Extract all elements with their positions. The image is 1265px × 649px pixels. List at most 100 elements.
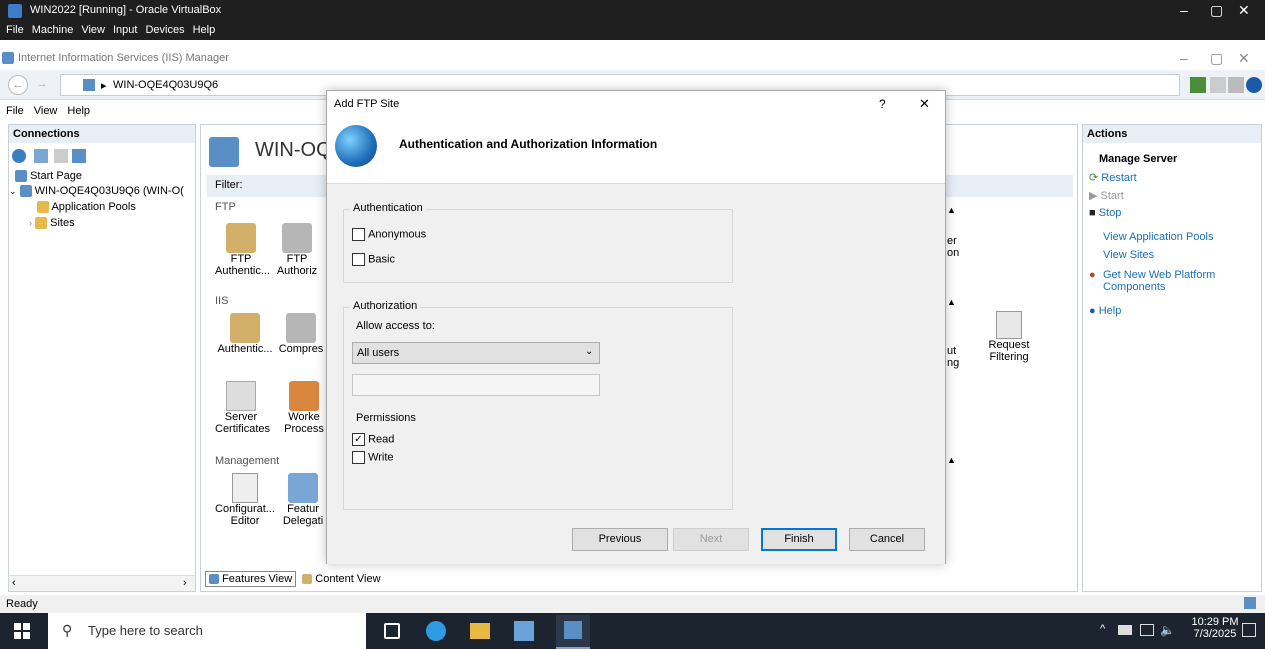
clock[interactable]: 10:29 PM 7/3/2025 xyxy=(1190,616,1240,640)
vbox-minimize-button[interactable]: – xyxy=(1180,2,1188,18)
write-checkbox[interactable] xyxy=(352,451,365,464)
cancel-button[interactable]: Cancel xyxy=(849,528,925,551)
tree-application-pools[interactable]: Application Pools xyxy=(37,201,136,214)
server-certificates-feature[interactable]: Server Certificates xyxy=(215,381,270,435)
tree-start-page[interactable]: Start Page xyxy=(15,170,82,183)
users-text-field[interactable] xyxy=(352,374,600,396)
up-icon[interactable] xyxy=(54,149,68,163)
taskbar-search-input[interactable]: ⚲ Type here to search xyxy=(48,613,366,649)
ftp-authentication-feature[interactable]: FTP Authentic... xyxy=(215,223,270,277)
edge-icon[interactable] xyxy=(426,621,446,641)
home-icon[interactable] xyxy=(1228,77,1244,93)
permissions-label: Permissions xyxy=(356,412,416,424)
vbox-menu-machine[interactable]: Machine xyxy=(32,24,74,36)
allow-access-value: All users xyxy=(357,347,400,359)
iis-titlebar: Internet Information Services (IIS) Mana… xyxy=(0,48,1265,70)
dialog-close-button[interactable]: ✕ xyxy=(919,96,930,112)
breadcrumb-server[interactable]: WIN-OQE4Q03U9Q6 xyxy=(113,79,218,91)
network-icon[interactable] xyxy=(1140,624,1154,636)
allow-access-select[interactable]: All users ⌄ xyxy=(352,342,600,364)
ftp-authorization-feature[interactable]: FTP Authoriz xyxy=(271,223,323,277)
web-platform-action[interactable]: ● Get New Web Platform Components xyxy=(1089,269,1259,293)
forward-arrow-icon[interactable]: → xyxy=(32,75,52,95)
start-icon: ▶ xyxy=(1089,190,1098,202)
partial-feature-2[interactable]: ut ng xyxy=(947,345,959,369)
read-checkbox-row[interactable]: ✓ Read xyxy=(352,433,394,446)
taskbar: ⚲ Type here to search ^ 🔈 10:29 PM 7/3/2… xyxy=(0,613,1265,649)
vbox-menu-devices[interactable]: Devices xyxy=(145,24,184,36)
vbox-menu-view[interactable]: View xyxy=(81,24,105,36)
vbox-menu-file[interactable]: File xyxy=(6,24,24,36)
config-editor-feature[interactable]: Configurat... Editor xyxy=(215,473,275,527)
vbox-restore-button[interactable]: ▢ xyxy=(1210,2,1223,19)
features-view-tab[interactable]: Features View xyxy=(205,571,297,587)
authentication-feature[interactable]: Authentic... xyxy=(215,313,275,355)
stop-action[interactable]: ■ Stop xyxy=(1089,207,1121,219)
request-filtering-feature[interactable]: Request Filtering xyxy=(979,311,1039,363)
view-sites-link[interactable]: View Sites xyxy=(1103,249,1154,261)
connect-icon[interactable] xyxy=(1190,77,1206,93)
windows-start-icon[interactable] xyxy=(14,623,30,639)
file-explorer-icon[interactable] xyxy=(470,623,490,639)
iis-minimize-button[interactable]: – xyxy=(1180,50,1188,66)
write-checkbox-row[interactable]: Write xyxy=(352,451,394,464)
collapse-chevron-icon[interactable]: › xyxy=(29,218,32,228)
restart-action[interactable]: ⟳ Restart xyxy=(1089,171,1137,184)
volume-muted-icon[interactable]: 🔈 xyxy=(1160,623,1175,637)
task-view-icon[interactable] xyxy=(384,623,400,639)
back-arrow-icon[interactable]: ← xyxy=(8,75,28,95)
vbox-close-button[interactable]: ✕ xyxy=(1238,2,1250,19)
iis-menu-file[interactable]: File xyxy=(6,105,24,117)
dialog-help-button[interactable]: ? xyxy=(879,97,886,111)
dialog-heading: Authentication and Authorization Informa… xyxy=(399,137,658,151)
horizontal-scrollbar[interactable]: ‹ › xyxy=(9,575,195,591)
iis-restore-button[interactable]: ▢ xyxy=(1210,50,1223,67)
scroll-right-icon[interactable]: › xyxy=(183,577,187,589)
help-action[interactable]: ● Help xyxy=(1089,305,1121,317)
ftp-collapse-icon[interactable]: ▲ xyxy=(947,205,956,215)
action-label: Restart xyxy=(1101,172,1137,184)
basic-checkbox[interactable] xyxy=(352,253,365,266)
worker-process-feature[interactable]: Worke Process xyxy=(281,381,327,435)
expand-chevron-icon[interactable]: ⌄ xyxy=(9,186,17,196)
help-icon[interactable] xyxy=(1246,77,1262,93)
server-manager-icon[interactable] xyxy=(514,621,534,641)
compression-feature[interactable]: Compres xyxy=(275,313,327,355)
basic-label: Basic xyxy=(368,253,395,266)
finish-button[interactable]: Finish xyxy=(761,528,837,551)
vbox-menu-help[interactable]: Help xyxy=(193,24,216,36)
iis-collapse-icon[interactable]: ▲ xyxy=(947,297,956,307)
mgmt-collapse-icon[interactable]: ▲ xyxy=(947,455,956,465)
mail-icon[interactable] xyxy=(1210,77,1226,93)
read-checkbox[interactable]: ✓ xyxy=(352,433,365,446)
breadcrumb-separator: ▸ xyxy=(101,80,107,92)
content-view-tab[interactable]: Content View xyxy=(299,572,383,586)
view-app-pools-link[interactable]: View Application Pools xyxy=(1103,231,1213,243)
stop-icon: ■ xyxy=(1089,207,1096,219)
vbox-menu-input[interactable]: Input xyxy=(113,24,137,36)
iis-taskbar-button[interactable] xyxy=(556,615,590,649)
tree-sites[interactable]: › Sites xyxy=(29,217,75,230)
feature-delegation-feature[interactable]: Featur Delegati xyxy=(279,473,327,527)
iis-close-button[interactable]: ✕ xyxy=(1238,50,1250,67)
iis-menu-view[interactable]: View xyxy=(34,105,58,117)
anonymous-checkbox-row[interactable]: Anonymous xyxy=(352,228,426,241)
restart-icon: ⟳ xyxy=(1089,172,1099,184)
tray-chevron-up-icon[interactable]: ^ xyxy=(1100,623,1105,635)
previous-button[interactable]: Previous xyxy=(572,528,668,551)
battery-icon[interactable] xyxy=(1118,625,1132,635)
anonymous-checkbox[interactable] xyxy=(352,228,365,241)
partial-feature-1[interactable]: er on xyxy=(947,235,959,259)
save-icon[interactable] xyxy=(34,149,48,163)
tree-server[interactable]: ⌄ WIN-OQE4Q03U9Q6 (WIN-O( xyxy=(9,185,195,198)
config-editor-icon xyxy=(232,473,258,503)
feature-label: Process xyxy=(284,423,324,435)
notification-icon[interactable] xyxy=(1242,623,1256,637)
chevron-down-icon: ⌄ xyxy=(585,346,594,357)
disconnect-icon[interactable] xyxy=(72,149,86,163)
connect-globe-icon[interactable] xyxy=(12,149,26,163)
iis-menu-help[interactable]: Help xyxy=(67,105,90,117)
basic-checkbox-row[interactable]: Basic xyxy=(352,253,395,266)
scroll-left-icon[interactable]: ‹ xyxy=(12,577,16,589)
authorization-group-label: Authorization xyxy=(350,300,421,312)
